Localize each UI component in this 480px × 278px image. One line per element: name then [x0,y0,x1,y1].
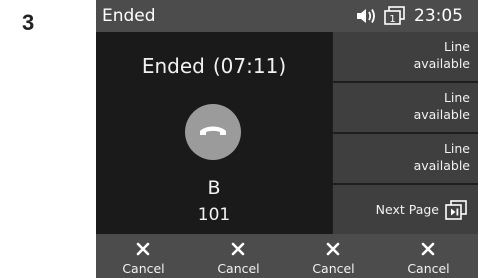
call-status-text: Ended [141,54,205,78]
line-key-title: Line [443,141,470,156]
next-page-label: Next Page [375,202,439,217]
softkey-label: Cancel [312,261,355,276]
line-key-title: Line [443,39,470,54]
softkey-label: Cancel [407,261,450,276]
next-page-icon [445,200,467,220]
softkey-cancel-1[interactable]: Cancel [96,234,191,278]
close-icon [326,242,340,256]
softkey-cancel-4[interactable]: Cancel [381,234,476,278]
line-key-2[interactable]: Line available [333,83,478,132]
line-key-label: Line available [340,89,470,123]
softkey-cancel-3[interactable]: Cancel [286,234,381,278]
close-icon [231,242,245,256]
next-page-button[interactable]: Next Page [333,185,478,234]
softkey-label: Cancel [122,261,165,276]
line-status-number: 1 [389,14,395,25]
softkey-bar: Cancel Cancel Cancel Cancel [96,234,478,278]
line-status-icon: 1 [384,6,405,25]
close-icon [136,242,150,256]
clock: 23:05 [414,6,463,26]
phone-screen: Ended 1 23:05 Ended (07:11) B 101 Line a… [96,0,478,278]
softkey-cancel-2[interactable]: Cancel [191,234,286,278]
status-title: Ended [102,6,156,26]
line-key-status: available [413,107,470,122]
line-key-1[interactable]: Line available [333,32,478,81]
end-call-button[interactable] [185,104,241,160]
softkey-label: Cancel [217,261,260,276]
contact-name: B [207,177,221,199]
call-duration: (07:11) [212,54,287,78]
status-bar: Ended 1 23:05 [96,0,478,32]
call-status: Ended (07:11) [96,52,332,80]
line-key-status: available [413,158,470,173]
call-panel: Ended (07:11) B 101 [96,32,332,234]
step-number: 3 [22,10,35,35]
line-key-title: Line [443,90,470,105]
line-keys: Line available Line available Line avail… [333,32,478,234]
line-key-3[interactable]: Line available [333,134,478,183]
line-key-label: Line available [340,140,470,174]
close-icon [421,242,435,256]
phone-hangup-icon [200,126,226,135]
contact-number: 101 [197,205,231,225]
line-key-label: Line available [340,38,470,72]
speaker-icon [357,9,375,23]
line-key-status: available [413,56,470,71]
